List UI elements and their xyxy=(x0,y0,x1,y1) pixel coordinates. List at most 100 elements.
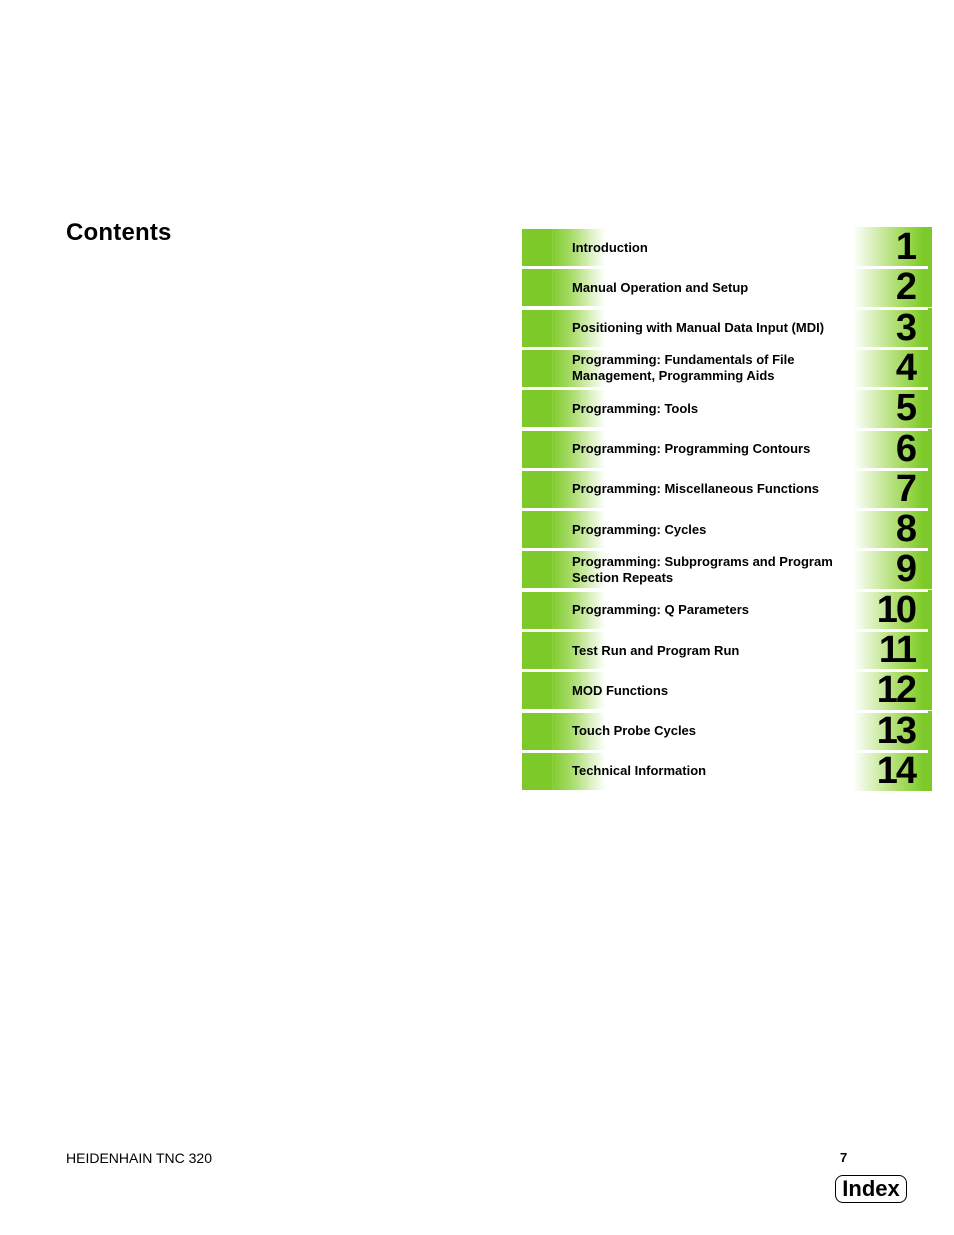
chapter-title-text: Introduction xyxy=(572,239,648,255)
chapter-title-text: Programming: Cycles xyxy=(572,521,707,537)
toc-chapter-link[interactable]: Introduction 1 xyxy=(522,227,932,267)
page-title: Contents xyxy=(66,219,172,246)
chapter-title: Positioning with Manual Data Input (MDI) xyxy=(572,310,842,347)
toc-chapter-link[interactable]: Programming: Cycles 8 xyxy=(522,508,932,551)
tab-divider xyxy=(552,470,553,508)
tab-divider xyxy=(552,672,553,710)
chapter-number: 4 xyxy=(895,346,917,389)
tab-divider xyxy=(552,430,553,468)
toc-chapter-link[interactable]: Positioning with Manual Data Input (MDI)… xyxy=(522,306,932,349)
chapter-title-text: Programming: Miscellaneous Functions xyxy=(572,481,820,497)
chapter-number: 8 xyxy=(895,508,917,551)
chapter-title: Introduction xyxy=(572,229,842,266)
chapter-separator xyxy=(853,709,928,713)
chapter-title: Programming: Subprograms and Program Sec… xyxy=(572,551,842,588)
chapter-number-tab[interactable]: 12 xyxy=(853,669,932,712)
toc-chapter-link[interactable]: Touch Probe Cycles 13 xyxy=(522,709,932,752)
chapter-title: Programming: Miscellaneous Functions xyxy=(572,471,842,508)
tab-divider xyxy=(552,632,553,669)
toc-chapter-link[interactable]: Programming: Fundamentals of File Manage… xyxy=(522,346,932,389)
tab-divider xyxy=(552,752,553,790)
chapter-title: Programming: Fundamentals of File Manage… xyxy=(572,350,842,387)
chapter-number-tab[interactable]: 8 xyxy=(853,508,932,551)
chapter-number: 11 xyxy=(878,629,917,671)
chapter-separator xyxy=(853,266,928,270)
index-button[interactable]: Index xyxy=(835,1175,907,1203)
chapter-separator xyxy=(853,669,928,673)
tab-divider xyxy=(552,390,553,428)
toc-chapter-link[interactable]: Programming: Programming Contours 6 xyxy=(522,427,932,470)
chapter-number: 6 xyxy=(895,427,917,470)
toc-chapter-link[interactable]: MOD Functions 12 xyxy=(522,669,932,712)
tab-divider xyxy=(552,712,553,750)
chapter-number-tab[interactable]: 1 xyxy=(853,227,932,267)
tab-divider xyxy=(552,591,553,629)
chapter-number: 14 xyxy=(876,749,917,792)
chapter-title: Touch Probe Cycles xyxy=(572,713,842,750)
chapter-number-tab[interactable]: 3 xyxy=(853,306,932,349)
tab-divider xyxy=(552,551,553,589)
chapter-title: Technical Information xyxy=(572,753,842,790)
chapter-index: Introduction 1 Manual Operation and Setup 2… xyxy=(522,227,932,793)
chapter-title: Programming: Cycles xyxy=(572,511,842,548)
chapter-separator xyxy=(853,467,928,471)
tab-divider xyxy=(552,511,553,549)
toc-chapter-link[interactable]: Programming: Q Parameters 10 xyxy=(522,588,932,631)
toc-chapter-link[interactable]: Manual Operation and Setup 2 xyxy=(522,266,932,309)
tab-divider xyxy=(552,309,553,347)
toc-chapter-link[interactable]: Test Run and Program Run 11 xyxy=(522,630,932,670)
chapter-number-tab[interactable]: 6 xyxy=(853,427,932,470)
chapter-separator xyxy=(853,749,928,753)
chapter-number-tab[interactable]: 14 xyxy=(853,749,932,792)
tab-divider xyxy=(552,229,553,266)
chapter-title: Programming: Programming Contours xyxy=(572,431,842,468)
chapter-number: 5 xyxy=(895,387,917,430)
chapter-title: Test Run and Program Run xyxy=(572,632,842,669)
chapter-number-tab[interactable]: 5 xyxy=(853,387,932,430)
chapter-number-tab[interactable]: 9 xyxy=(853,548,932,591)
chapter-title: Programming: Tools xyxy=(572,390,842,427)
chapter-title-text: Manual Operation and Setup xyxy=(572,279,749,295)
page-number: 7 xyxy=(840,1150,848,1165)
chapter-title-text: MOD Functions xyxy=(572,682,669,698)
chapter-separator xyxy=(853,427,928,431)
chapter-title: Manual Operation and Setup xyxy=(572,269,842,306)
chapter-number: 3 xyxy=(895,306,917,349)
chapter-separator xyxy=(853,346,928,350)
chapter-title-text: Programming: Q Parameters xyxy=(572,602,750,618)
chapter-title-text: Programming: Tools xyxy=(572,400,699,416)
chapter-number: 10 xyxy=(876,588,917,631)
chapter-separator xyxy=(853,629,928,632)
chapter-number: 9 xyxy=(895,548,917,591)
chapter-number: 1 xyxy=(895,226,917,268)
chapter-title: Programming: Q Parameters xyxy=(572,592,842,629)
chapter-number-tab[interactable]: 10 xyxy=(853,588,932,631)
toc-chapter-link[interactable]: Technical Information 14 xyxy=(522,749,932,792)
chapter-title-text: Positioning with Manual Data Input (MDI) xyxy=(572,320,825,336)
chapter-number: 7 xyxy=(895,467,917,510)
chapter-title-text: Test Run and Program Run xyxy=(572,642,740,658)
toc-chapter-link[interactable]: Programming: Tools 5 xyxy=(522,387,932,430)
chapter-title-text: Programming: Programming Contours xyxy=(572,441,811,456)
chapter-number-tab[interactable]: 11 xyxy=(853,630,932,670)
toc-chapter-link[interactable]: Programming: Subprograms and Program Sec… xyxy=(522,548,932,591)
chapter-separator xyxy=(853,387,928,391)
toc-chapter-link[interactable]: Programming: Miscellaneous Functions 7 xyxy=(522,467,932,510)
chapter-title-text: Programming: Fundamentals of File Manage… xyxy=(572,352,795,384)
chapter-title-text: Programming: Subprograms and Program Sec… xyxy=(572,553,833,585)
chapter-title-text: Technical Information xyxy=(572,763,707,779)
chapter-number-tab[interactable]: 4 xyxy=(853,346,932,389)
chapter-number: 2 xyxy=(895,266,917,309)
chapter-number-tab[interactable]: 7 xyxy=(853,467,932,510)
chapter-number-tab[interactable]: 2 xyxy=(853,266,932,309)
chapter-number-tab[interactable]: 13 xyxy=(853,709,932,752)
chapter-separator xyxy=(853,588,928,592)
chapter-title: MOD Functions xyxy=(572,672,842,709)
chapter-separator xyxy=(853,306,928,310)
tab-divider xyxy=(552,349,553,387)
tab-divider xyxy=(552,269,553,307)
chapter-number: 12 xyxy=(876,669,917,712)
chapter-number: 13 xyxy=(876,709,917,752)
chapter-separator xyxy=(853,548,928,552)
chapter-title-text: Touch Probe Cycles xyxy=(572,723,697,739)
